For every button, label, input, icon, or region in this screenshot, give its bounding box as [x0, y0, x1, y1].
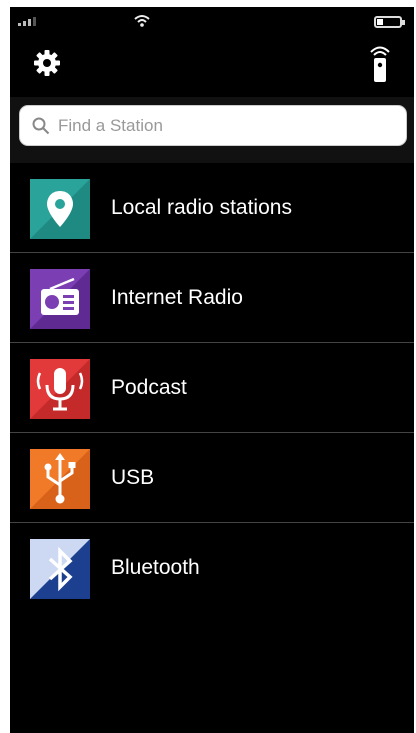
source-local-radio[interactable]: Local radio stations: [10, 163, 414, 253]
search-bar-area: [10, 97, 414, 163]
usb-icon: [30, 449, 90, 509]
search-box[interactable]: [19, 105, 407, 146]
battery-icon: [374, 16, 405, 28]
microphone-icon: [30, 359, 90, 419]
source-label: Bluetooth: [111, 556, 200, 579]
source-internet-radio[interactable]: Internet Radio: [10, 253, 414, 343]
source-label: Local radio stations: [111, 196, 292, 219]
source-label: Internet Radio: [111, 286, 243, 309]
bluetooth-icon: [30, 539, 90, 599]
source-label: USB: [111, 466, 155, 489]
phone-screen: Local radio stations Internet Radio: [10, 7, 414, 733]
source-list: Local radio stations Internet Radio Podc…: [10, 163, 414, 613]
location-pin-icon: [30, 179, 90, 239]
status-bar: [10, 7, 414, 37]
source-podcast[interactable]: Podcast: [10, 343, 414, 433]
source-usb[interactable]: USB: [10, 433, 414, 523]
remote-control-icon[interactable]: [368, 43, 392, 83]
source-label: Podcast: [111, 376, 187, 399]
search-input[interactable]: [58, 115, 358, 136]
search-icon: [32, 117, 50, 134]
source-bluetooth[interactable]: Bluetooth: [10, 523, 414, 613]
radio-icon: [30, 269, 90, 329]
signal-icon: [18, 17, 36, 26]
gear-icon[interactable]: [32, 48, 62, 78]
wifi-icon: [134, 15, 150, 27]
